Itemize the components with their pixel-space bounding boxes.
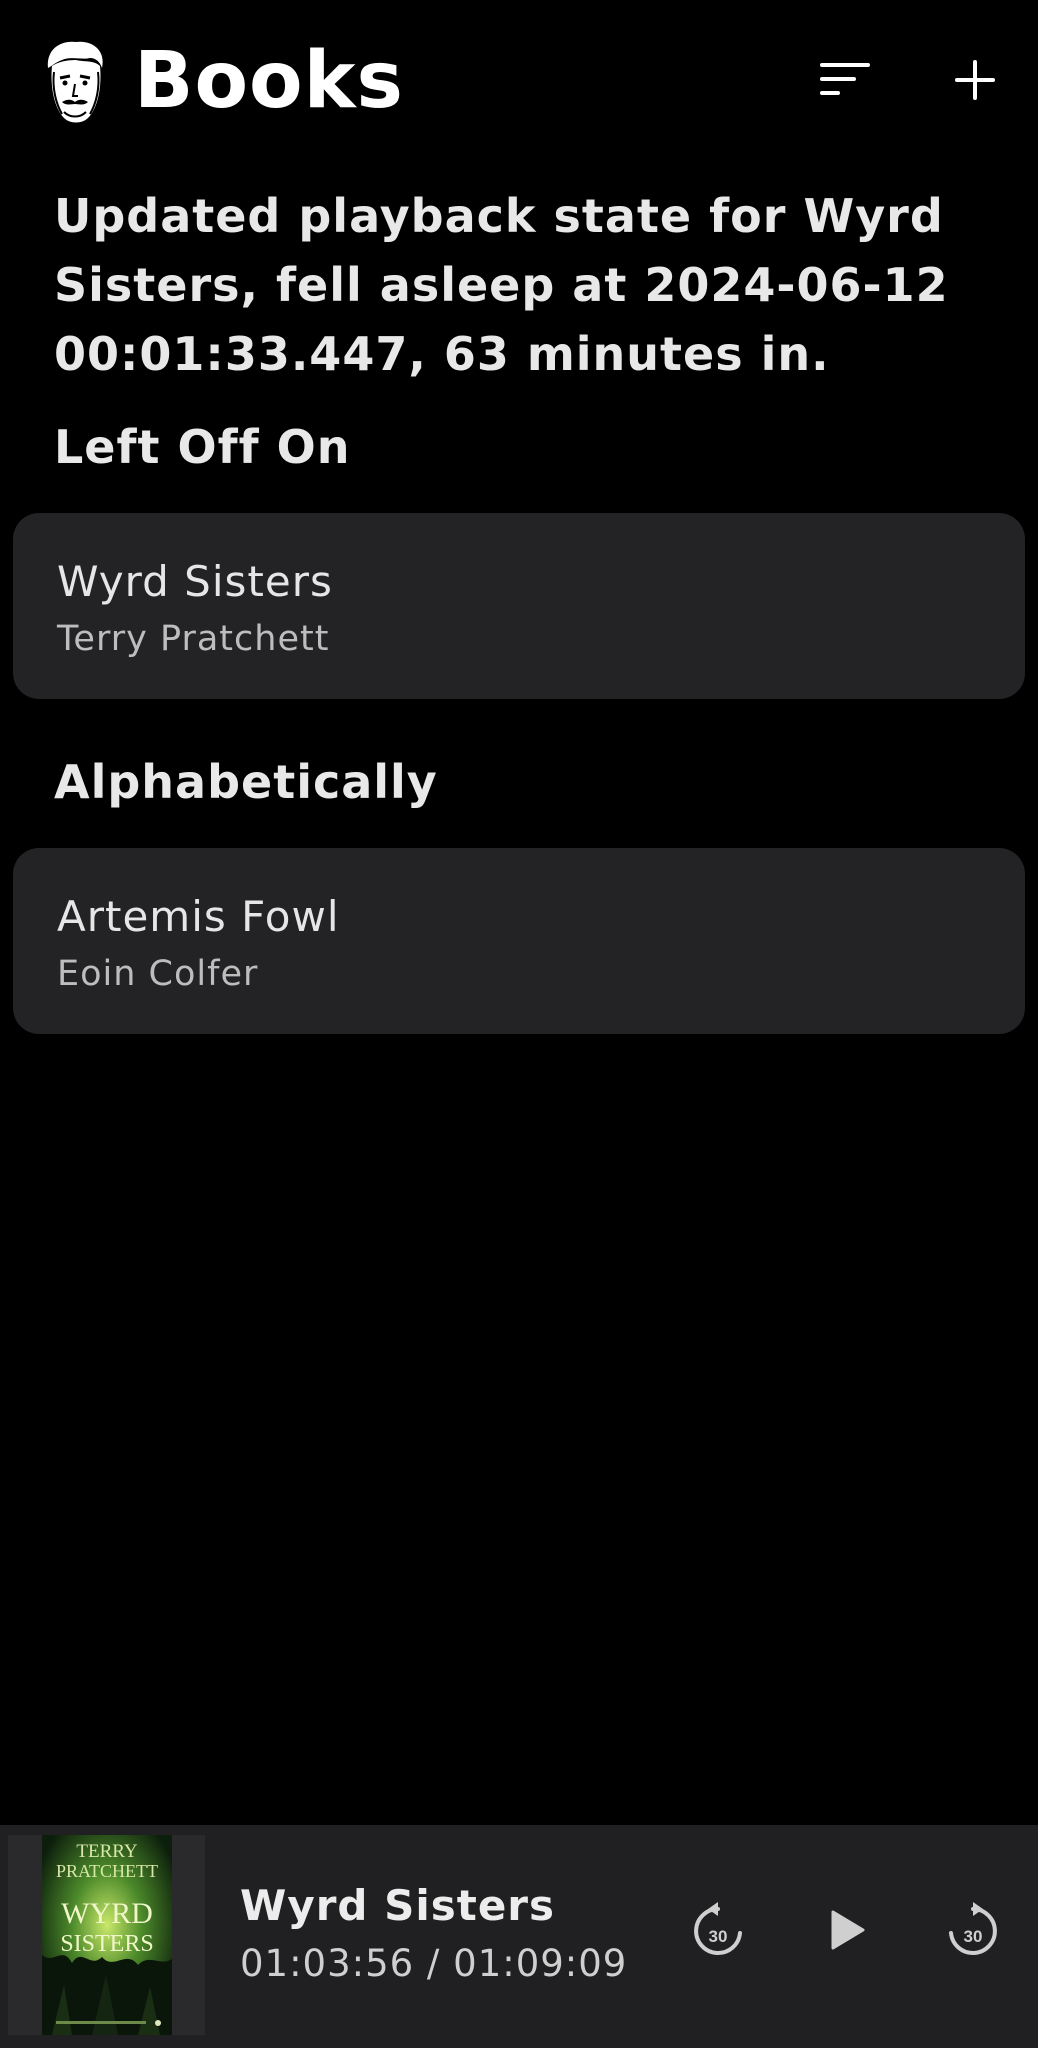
book-author: Eoin Colfer [57, 954, 259, 994]
cover-title-line-2: SISTERS [60, 1931, 153, 1957]
section-heading-left-off-on: Left Off On [54, 420, 351, 474]
page-title: Books [134, 36, 404, 126]
book-title: Artemis Fowl [57, 892, 340, 941]
cover-author-line-2: PRATCHETT [56, 1861, 158, 1881]
book-cover-image[interactable]: TERRY PRATCHETT WYRD SISTERS [42, 1835, 172, 2035]
skip-forward-seconds: 30 [964, 1927, 983, 1946]
rewind-30-icon: 30 [690, 1901, 746, 1963]
status-message: Updated playback state for Wyrd Sisters,… [54, 189, 949, 381]
playback-time: 01:03:56 / 01:09:09 [240, 1942, 628, 1985]
plus-icon [955, 60, 995, 104]
book-card-wyrd-sisters[interactable]: Wyrd Sisters Terry Pratchett [13, 513, 1025, 699]
sort-button[interactable] [814, 50, 878, 114]
now-playing-title: Wyrd Sisters [240, 1881, 556, 1930]
cover-art-frame: TERRY PRATCHETT WYRD SISTERS [8, 1835, 205, 2035]
app-header: Books [0, 0, 1038, 165]
cover-title-line-1: WYRD [61, 1897, 153, 1930]
skip-back-seconds: 30 [709, 1927, 728, 1946]
book-title: Wyrd Sisters [57, 557, 333, 606]
forward-30-icon: 30 [945, 1901, 1001, 1963]
cover-author-line-1: TERRY [76, 1841, 138, 1862]
book-author: Terry Pratchett [57, 619, 330, 659]
play-button[interactable] [813, 1897, 883, 1967]
book-card-artemis-fowl[interactable]: Artemis Fowl Eoin Colfer [13, 848, 1025, 1034]
rewind-30-button[interactable]: 30 [683, 1897, 753, 1967]
sort-lines-icon [820, 63, 872, 101]
play-icon [830, 1910, 866, 1954]
add-book-button[interactable] [943, 50, 1007, 114]
forward-30-button[interactable]: 30 [938, 1897, 1008, 1967]
section-heading-alphabetically: Alphabetically [54, 755, 438, 809]
now-playing-bar[interactable]: TERRY PRATCHETT WYRD SISTERS Wyrd Sister… [0, 1825, 1038, 2048]
face-sketch-icon [40, 38, 110, 128]
